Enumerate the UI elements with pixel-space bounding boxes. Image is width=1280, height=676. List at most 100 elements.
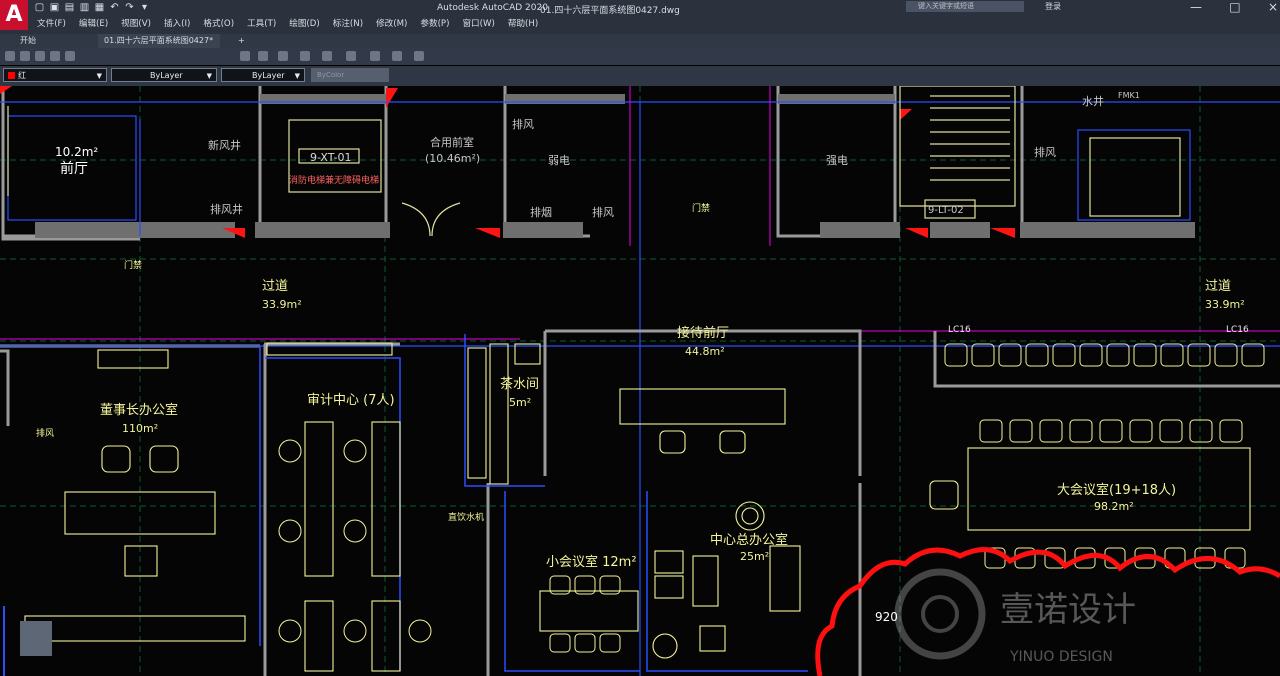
layer-tool-icon[interactable]	[414, 51, 424, 61]
water-shaft-label: 水井	[1082, 94, 1104, 108]
exhaust-label-1: 排风	[512, 117, 534, 131]
drawing-canvas[interactable]: 10.2m² 前厅 新风井 排风井 9-XT-01 消防电梯兼无障碍电梯 合用前…	[0, 86, 1280, 676]
watermark-en: YINUO DESIGN	[1009, 649, 1113, 665]
reception-label: 接待前厅	[677, 325, 729, 341]
front-hall-area: 10.2m²	[55, 145, 98, 159]
title-bar: A ▢ ▣ ▤ ▥ ▦ ↶ ↷ ▾ Autodesk AutoCAD 2020 …	[0, 0, 1280, 34]
watermark	[894, 568, 986, 660]
fresh-air-shaft: 新风井	[208, 138, 241, 152]
menu-item[interactable]: 视图(V)	[121, 17, 151, 29]
lock-icon[interactable]	[35, 51, 45, 61]
sun-icon[interactable]	[20, 51, 30, 61]
layer-tool-icon[interactable]	[300, 51, 310, 61]
front-hall-label: 前厅	[60, 160, 88, 177]
red-markers	[0, 86, 1015, 238]
layer-tool-icon[interactable]	[258, 51, 268, 61]
office-walls	[0, 334, 808, 672]
layer-color-icon[interactable]	[50, 51, 60, 61]
shared-room-label: 合用前室	[430, 135, 474, 149]
file-title: 01.四十六层平面系统图0427.dwg	[540, 6, 680, 16]
reception-area: 44.8m²	[685, 345, 725, 358]
menu-item[interactable]: 工具(T)	[247, 17, 276, 29]
menu-item[interactable]: 插入(I)	[164, 17, 190, 29]
save-as-icon[interactable]: ▥	[79, 2, 90, 13]
menu-item[interactable]: 文件(F)	[37, 17, 66, 29]
menu-item[interactable]: 编辑(E)	[79, 17, 108, 29]
color-swatch	[8, 72, 15, 79]
quick-access-toolbar: ▢ ▣ ▤ ▥ ▦ ↶ ↷ ▾	[34, 2, 150, 14]
chairman-office-label: 董事长办公室	[100, 402, 178, 418]
exhaust-label-2: 排风	[592, 205, 614, 219]
corridor-label-1: 过道	[262, 279, 288, 294]
chevron-down-icon: ▼	[96, 72, 102, 80]
open-file-icon[interactable]: ▣	[49, 2, 60, 13]
corridor-area-2: 33.9m²	[1205, 298, 1245, 311]
layer-match-icon[interactable]	[65, 51, 75, 61]
login-button[interactable]: 登录	[1045, 1, 1061, 12]
autocad-logo-icon[interactable]: A	[0, 0, 28, 30]
color-dropdown[interactable]: 红 ▼	[3, 68, 107, 82]
menu-item[interactable]: 绘图(D)	[289, 17, 320, 29]
stair-code: 9-LT-02	[928, 205, 964, 216]
exhaust-label-3: 排风	[1034, 145, 1056, 159]
minimize-icon[interactable]: —	[1190, 0, 1202, 14]
elevator-desc: 消防电梯兼无障碍电梯	[289, 174, 379, 186]
plotstyle-dropdown: ByColor	[311, 68, 389, 82]
lineweight-dropdown[interactable]: ByLayer ▼	[221, 68, 305, 82]
menu-item[interactable]: 参数(P)	[420, 17, 449, 29]
workspace-dropdown-icon[interactable]: ▾	[139, 2, 150, 13]
window-buttons: — □ ×	[1190, 0, 1278, 14]
lc-tag-2: LC16	[1226, 325, 1249, 335]
audit-center-label: 审计中心 (7人)	[307, 393, 395, 408]
lc-tag-1: LC16	[948, 325, 971, 335]
maximize-icon[interactable]: □	[1229, 0, 1240, 14]
save-icon[interactable]: ▤	[64, 2, 75, 13]
elevator-code: 9-XT-01	[310, 151, 351, 164]
close-icon[interactable]: ×	[1268, 0, 1278, 14]
chevron-down-icon: ▼	[206, 72, 212, 80]
layer-tool-icon[interactable]	[240, 51, 250, 61]
exhaust-label-4: 排风	[36, 427, 54, 439]
menu-bar: 文件(F) 编辑(E) 视图(V) 插入(I) 格式(O) 工具(T) 绘图(D…	[37, 17, 538, 29]
layer-tool-icon[interactable]	[278, 51, 288, 61]
chevron-down-icon: ▼	[294, 72, 300, 80]
menu-item[interactable]: 格式(O)	[203, 17, 234, 29]
menu-item[interactable]: 窗口(W)	[462, 17, 494, 29]
layer-tool-icon[interactable]	[370, 51, 380, 61]
water-dispenser-label: 直饮水机	[448, 511, 484, 523]
layer-tool-icon[interactable]	[322, 51, 332, 61]
layer-tool-icon[interactable]	[346, 51, 356, 61]
floor-plan[interactable]: 10.2m² 前厅 新风井 排风井 9-XT-01 消防电梯兼无障碍电梯 合用前…	[0, 86, 1280, 676]
big-meeting-label: 大会议室(19+18人)	[1057, 482, 1176, 498]
layer-toolbar: 0	[0, 48, 1280, 110]
room-labels: 10.2m² 前厅 新风井 排风井 9-XT-01 消防电梯兼无障碍电梯 合用前…	[36, 91, 1249, 665]
new-file-icon[interactable]: ▢	[34, 2, 45, 13]
tab-current-file[interactable]: 01.四十六层平面系统图0427*	[98, 34, 220, 48]
door-control-label-1: 门禁	[124, 259, 142, 271]
app-title: Autodesk AutoCAD 2020	[437, 3, 548, 13]
big-meeting-area: 98.2m²	[1094, 500, 1134, 513]
strong-current-label: 强电	[826, 154, 848, 167]
selection-block	[20, 621, 52, 656]
redo-icon[interactable]: ↷	[124, 2, 135, 13]
undo-icon[interactable]: ↶	[109, 2, 120, 13]
chairman-office-area: 110m²	[122, 422, 158, 435]
menu-item[interactable]: 标注(N)	[333, 17, 363, 29]
menu-item[interactable]: 修改(M)	[376, 17, 407, 29]
layer-properties-icon[interactable]	[5, 51, 15, 61]
plot-icon[interactable]: ▦	[94, 2, 105, 13]
smoke-exhaust-label: 排烟	[530, 205, 552, 219]
fmk-label: FMK1	[1118, 91, 1140, 100]
door-control-label-2: 门禁	[692, 202, 710, 214]
watermark-cn: 壹诺设计	[1000, 590, 1136, 630]
weak-current-label: 弱电	[548, 154, 570, 167]
layer-tool-icon[interactable]	[392, 51, 402, 61]
shared-room-area: (10.46m²)	[425, 152, 480, 165]
search-input[interactable]: 键入关键字或短语	[906, 1, 1024, 12]
new-tab-icon[interactable]: +	[238, 34, 245, 48]
tab-start[interactable]: 开始	[20, 34, 36, 48]
corridor-label-2: 过道	[1205, 279, 1231, 294]
linetype-dropdown[interactable]: ByLayer ▼	[111, 68, 217, 82]
menu-item[interactable]: 帮助(H)	[508, 17, 538, 29]
center-office-area: 25m²	[740, 550, 769, 563]
